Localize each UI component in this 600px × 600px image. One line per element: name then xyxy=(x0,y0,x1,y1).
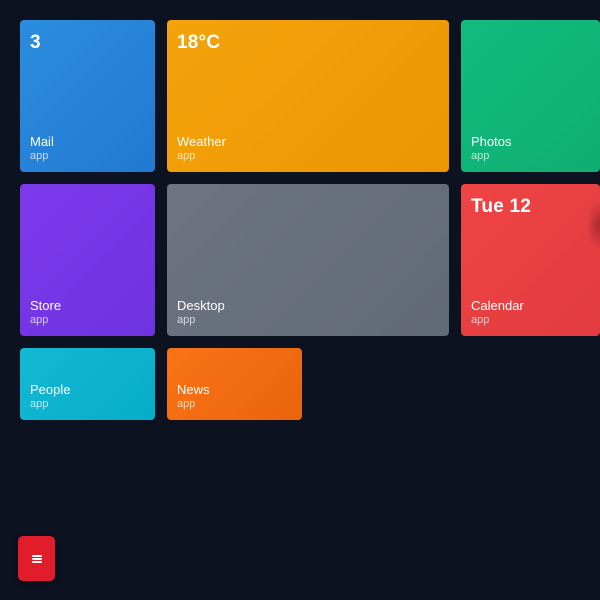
menu-icon-line xyxy=(31,557,42,560)
tile-desktop[interactable]: Desktop app xyxy=(167,184,449,336)
tile-photos[interactable]: Photos app xyxy=(461,20,600,172)
tile-subtitle: app xyxy=(30,150,49,162)
tile-subtitle: app xyxy=(471,150,490,162)
tile-badge-date: Tue 12 xyxy=(471,196,531,217)
tile-news[interactable]: News app xyxy=(167,348,302,420)
start-menu-button[interactable] xyxy=(18,536,55,581)
tile-label: People xyxy=(30,382,71,397)
tile-label: Calendar xyxy=(471,298,524,313)
start-screen: 3 Mail app 18°C Weather app Photos app S… xyxy=(0,0,600,600)
tile-label: Mail xyxy=(30,134,54,149)
tile-badge-temperature: 18°C xyxy=(177,32,221,53)
menu-icon-line xyxy=(31,554,42,557)
hamburger-menu-icon xyxy=(31,554,42,563)
tile-badge-unread-count: 3 xyxy=(30,32,41,53)
tile-label: Weather xyxy=(177,134,226,149)
tile-label: Desktop xyxy=(177,298,225,313)
tile-label: Store xyxy=(30,298,62,313)
tile-subtitle: app xyxy=(30,398,49,410)
tile-label: News xyxy=(177,382,210,397)
tile-calendar[interactable]: Tue 12 Calendar app xyxy=(461,184,600,336)
tile-subtitle: app xyxy=(177,398,196,410)
tile-mail[interactable]: 3 Mail app xyxy=(20,20,155,172)
tile-weather[interactable]: 18°C Weather app xyxy=(167,20,449,172)
tile-subtitle: app xyxy=(177,150,196,162)
tile-people[interactable]: People app xyxy=(20,348,155,420)
tile-label: Photos xyxy=(471,134,512,149)
menu-icon-line xyxy=(31,560,42,563)
tile-store[interactable]: Store app xyxy=(20,184,155,336)
tile-subtitle: app xyxy=(177,314,196,326)
tile-subtitle: app xyxy=(30,314,49,326)
tile-subtitle: app xyxy=(471,314,490,326)
